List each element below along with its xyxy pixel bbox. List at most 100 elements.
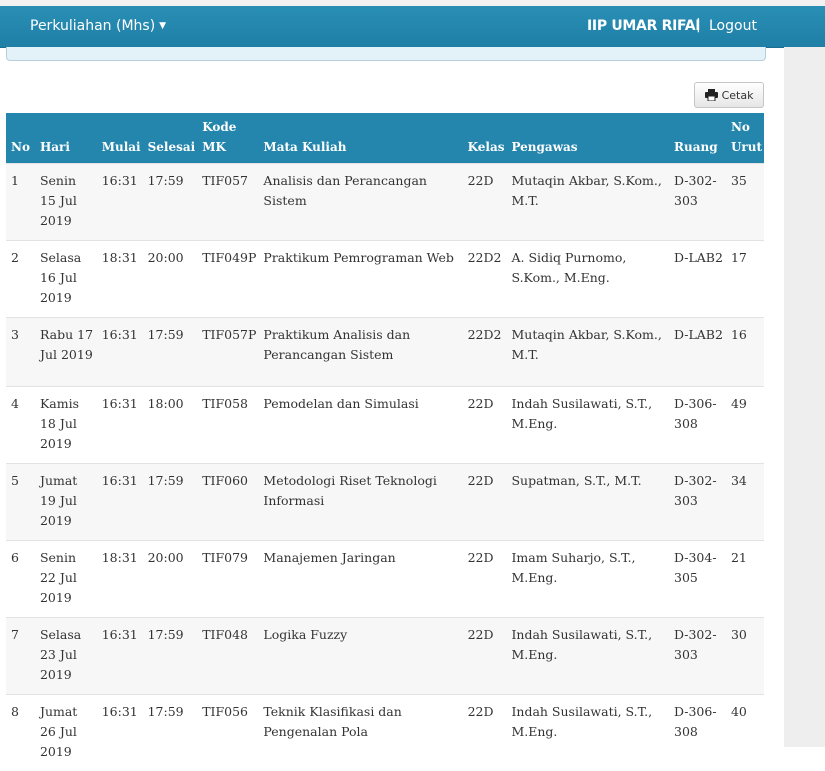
logout-link[interactable]: Logout bbox=[709, 18, 757, 34]
cell-kelas: 22D bbox=[463, 387, 507, 464]
cell-kode-mk: TIF048 bbox=[197, 618, 258, 695]
cell-kelas: 22D bbox=[463, 164, 507, 241]
cell-ruang: D-302-303 bbox=[669, 164, 726, 241]
cell-kelas: 22D2 bbox=[463, 241, 507, 318]
table-row: 8 Jumat 26 Jul 2019 16:31 17:59 TIF056 T… bbox=[6, 695, 764, 771]
cell-ruang: D-306-308 bbox=[669, 387, 726, 464]
cell-no: 5 bbox=[6, 464, 35, 541]
cell-mata-kuliah: Metodologi Riset Teknologi Informasi bbox=[258, 464, 462, 541]
cell-kelas: 22D bbox=[463, 541, 507, 618]
cell-ruang: D-LAB2 bbox=[669, 241, 726, 318]
print-button-label: Cetak bbox=[722, 89, 754, 102]
cell-kelas: 22D bbox=[463, 464, 507, 541]
navbar: Perkuliahan (Mhs) ▼ IIP UMAR RIFAI | Logo… bbox=[0, 6, 825, 48]
col-header-pengawas: Pengawas bbox=[506, 113, 669, 164]
cell-kelas: 22D bbox=[463, 695, 507, 771]
table-row: 5 Jumat 19 Jul 2019 16:31 17:59 TIF060 M… bbox=[6, 464, 764, 541]
cell-mulai: 16:31 bbox=[97, 695, 143, 771]
cell-mata-kuliah: Analisis dan Perancangan Sistem bbox=[258, 164, 462, 241]
cell-hari: Jumat 19 Jul 2019 bbox=[35, 464, 97, 541]
col-header-kode-mk: Kode MK bbox=[197, 113, 258, 164]
cell-no-urut: 21 bbox=[726, 541, 764, 618]
col-header-mata-kuliah: Mata Kuliah bbox=[258, 113, 462, 164]
cell-kode-mk: TIF058 bbox=[197, 387, 258, 464]
cell-kode-mk: TIF060 bbox=[197, 464, 258, 541]
table-row: 3 Rabu 17 Jul 2019 16:31 17:59 TIF057P P… bbox=[6, 318, 764, 387]
cell-pengawas: Indah Susilawati, S.T., M.Eng. bbox=[506, 387, 669, 464]
printer-icon bbox=[705, 89, 718, 101]
cell-ruang: D-LAB2 bbox=[669, 318, 726, 387]
cell-no: 7 bbox=[6, 618, 35, 695]
cell-no: 8 bbox=[6, 695, 35, 771]
cell-selesai: 17:59 bbox=[143, 695, 198, 771]
cell-no: 2 bbox=[6, 241, 35, 318]
cell-no: 6 bbox=[6, 541, 35, 618]
nav-separator: | bbox=[696, 17, 701, 33]
cell-mulai: 16:31 bbox=[97, 318, 143, 387]
cell-hari: Jumat 26 Jul 2019 bbox=[35, 695, 97, 771]
cell-ruang: D-302-303 bbox=[669, 618, 726, 695]
cell-ruang: D-306-308 bbox=[669, 695, 726, 771]
menu-dropdown-perkuliahan[interactable]: Perkuliahan (Mhs) ▼ bbox=[30, 18, 166, 34]
cell-mulai: 16:31 bbox=[97, 618, 143, 695]
cell-hari: Selasa 23 Jul 2019 bbox=[35, 618, 97, 695]
cell-selesai: 20:00 bbox=[143, 541, 198, 618]
cell-mata-kuliah: Logika Fuzzy bbox=[258, 618, 462, 695]
cell-hari: Kamis 18 Jul 2019 bbox=[35, 387, 97, 464]
col-header-kelas: Kelas bbox=[463, 113, 507, 164]
cell-kode-mk: TIF056 bbox=[197, 695, 258, 771]
cell-kode-mk: TIF057P bbox=[197, 318, 258, 387]
cell-selesai: 17:59 bbox=[143, 464, 198, 541]
cell-no-urut: 16 bbox=[726, 318, 764, 387]
cell-kelas: 22D bbox=[463, 618, 507, 695]
cell-selesai: 20:00 bbox=[143, 241, 198, 318]
col-header-hari: Hari bbox=[35, 113, 97, 164]
cell-kode-mk: TIF057 bbox=[197, 164, 258, 241]
cell-hari: Rabu 17 Jul 2019 bbox=[35, 318, 97, 387]
cell-hari: Selasa 16 Jul 2019 bbox=[35, 241, 97, 318]
table-header-row: No Hari Mulai Selesai Kode MK Mata Kulia… bbox=[6, 113, 764, 164]
cell-no-urut: 17 bbox=[726, 241, 764, 318]
cell-pengawas: Supatman, S.T., M.T. bbox=[506, 464, 669, 541]
cell-selesai: 17:59 bbox=[143, 164, 198, 241]
cell-hari: Senin 22 Jul 2019 bbox=[35, 541, 97, 618]
cell-no: 1 bbox=[6, 164, 35, 241]
cell-mulai: 18:31 bbox=[97, 541, 143, 618]
cell-mulai: 18:31 bbox=[97, 241, 143, 318]
cell-selesai: 17:59 bbox=[143, 618, 198, 695]
cell-mulai: 16:31 bbox=[97, 464, 143, 541]
print-button[interactable]: Cetak bbox=[694, 82, 764, 108]
table-row: 6 Senin 22 Jul 2019 18:31 20:00 TIF079 M… bbox=[6, 541, 764, 618]
cell-pengawas: Indah Susilawati, S.T., M.Eng. bbox=[506, 695, 669, 771]
col-header-ruang: Ruang bbox=[669, 113, 726, 164]
col-header-no-urut: No Urut bbox=[726, 113, 764, 164]
table-row: 1 Senin 15 Jul 2019 16:31 17:59 TIF057 A… bbox=[6, 164, 764, 241]
cell-no-urut: 35 bbox=[726, 164, 764, 241]
cell-no-urut: 34 bbox=[726, 464, 764, 541]
user-name: IIP UMAR RIFAI bbox=[587, 18, 700, 34]
cell-selesai: 17:59 bbox=[143, 318, 198, 387]
cell-kelas: 22D2 bbox=[463, 318, 507, 387]
info-well bbox=[6, 47, 766, 61]
cell-no: 4 bbox=[6, 387, 35, 464]
caret-down-icon: ▼ bbox=[159, 21, 166, 31]
cell-ruang: D-302-303 bbox=[669, 464, 726, 541]
cell-mata-kuliah: Manajemen Jaringan bbox=[258, 541, 462, 618]
cell-ruang: D-304-305 bbox=[669, 541, 726, 618]
col-header-selesai: Selesai bbox=[143, 113, 198, 164]
cell-selesai: 18:00 bbox=[143, 387, 198, 464]
table-row: 2 Selasa 16 Jul 2019 18:31 20:00 TIF049P… bbox=[6, 241, 764, 318]
cell-mata-kuliah: Teknik Klasifikasi dan Pengenalan Pola bbox=[258, 695, 462, 771]
table-row: 7 Selasa 23 Jul 2019 16:31 17:59 TIF048 … bbox=[6, 618, 764, 695]
cell-pengawas: Mutaqin Akbar, S.Kom., M.T. bbox=[506, 164, 669, 241]
cell-pengawas: Imam Suharjo, S.T., M.Eng. bbox=[506, 541, 669, 618]
cell-kode-mk: TIF079 bbox=[197, 541, 258, 618]
right-background-panel bbox=[784, 47, 825, 747]
cell-pengawas: A. Sidiq Purnomo, S.Kom., M.Eng. bbox=[506, 241, 669, 318]
cell-mata-kuliah: Praktikum Analisis dan Perancangan Siste… bbox=[258, 318, 462, 387]
brand-label: Perkuliahan (Mhs) bbox=[30, 18, 155, 34]
cell-kode-mk: TIF049P bbox=[197, 241, 258, 318]
cell-no: 3 bbox=[6, 318, 35, 387]
cell-no-urut: 40 bbox=[726, 695, 764, 771]
table-row: 4 Kamis 18 Jul 2019 16:31 18:00 TIF058 P… bbox=[6, 387, 764, 464]
